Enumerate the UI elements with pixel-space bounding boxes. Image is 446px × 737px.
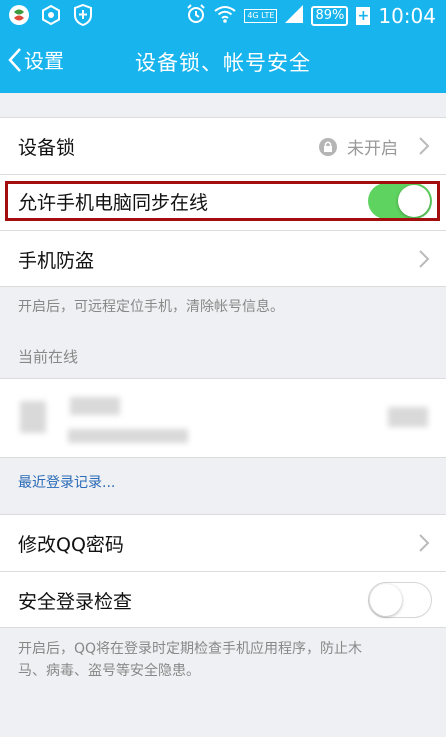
top-bar: 4G LTE 89% + 10:04 设置 设备锁、帐号安全 xyxy=(0,0,446,93)
device-action xyxy=(388,407,428,427)
chevron-right-icon xyxy=(419,137,430,155)
recent-login-link[interactable]: 最近登录记录... xyxy=(18,472,115,492)
shield-plus-icon xyxy=(72,4,94,26)
signal-icon xyxy=(285,5,304,27)
chevron-right-icon xyxy=(419,250,430,268)
device-name xyxy=(70,397,120,415)
lock-icon xyxy=(319,137,337,156)
app-icon xyxy=(8,4,30,26)
hexagon-icon xyxy=(40,4,62,26)
highlight-box xyxy=(5,181,440,221)
secure-login-hint-line1: 开启后，QQ将在登录时定期检查手机应用程序，防止木 xyxy=(18,641,363,657)
chevron-right-icon xyxy=(419,534,430,552)
alarm-icon xyxy=(186,4,206,28)
device-lock-label: 设备锁 xyxy=(18,137,76,159)
online-device-row[interactable] xyxy=(0,378,446,458)
change-password-label: 修改QQ密码 xyxy=(18,534,124,556)
secure-login-toggle[interactable] xyxy=(368,582,432,618)
nav-bar: 设置 设备锁、帐号安全 xyxy=(0,33,446,93)
wifi-icon xyxy=(214,5,236,27)
device-detail xyxy=(68,429,188,443)
secure-login-label: 安全登录检查 xyxy=(18,591,133,613)
secure-login-row: 安全登录检查 xyxy=(0,572,446,628)
charging-plus-icon: + xyxy=(356,7,371,25)
change-password-row[interactable]: 修改QQ密码 xyxy=(0,515,446,571)
account-group: 修改QQ密码 安全登录检查 xyxy=(0,514,446,628)
page-title: 设备锁、帐号安全 xyxy=(135,51,311,75)
device-lock-status: 未开启 xyxy=(347,139,398,159)
online-section-title: 当前在线 xyxy=(18,348,79,366)
anti-theft-hint: 开启后，可远程定位手机，清除帐号信息。 xyxy=(18,299,284,315)
secure-login-hint: 开启后，QQ将在登录时定期检查手机应用程序，防止木 马、病毒、盗号等安全隐患。 xyxy=(18,638,362,682)
toggle-knob xyxy=(370,584,402,616)
battery-level: 89% xyxy=(311,6,349,26)
device-avatar xyxy=(20,401,46,433)
anti-theft-label: 手机防盗 xyxy=(18,250,95,272)
network-type: 4G LTE xyxy=(244,9,278,23)
secure-login-hint-line2: 马、病毒、盗号等安全隐患。 xyxy=(18,663,200,679)
status-bar: 4G LTE 89% + 10:04 xyxy=(0,0,446,33)
device-lock-row[interactable]: 设备锁 未开启 xyxy=(0,118,446,174)
anti-theft-row[interactable]: 手机防盗 xyxy=(0,231,446,287)
clock: 10:04 xyxy=(378,4,436,28)
